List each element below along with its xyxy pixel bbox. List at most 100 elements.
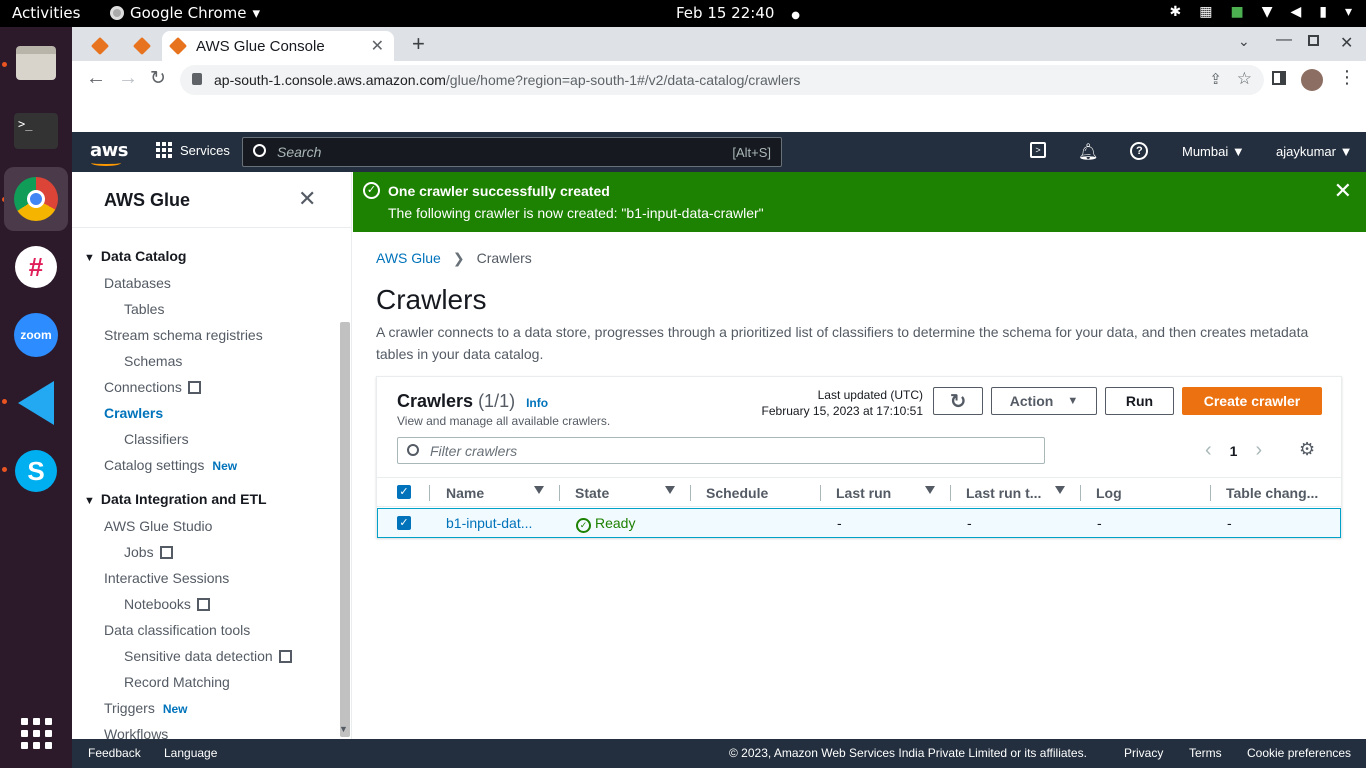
column-header-last-run-time[interactable]: Last run t... — [966, 485, 1041, 501]
preferences-gear-icon[interactable]: ⚙ — [1299, 439, 1315, 460]
sort-icon[interactable] — [665, 486, 675, 494]
show-applications-button[interactable] — [4, 701, 68, 765]
notifications-bell-icon[interactable]: 🔔︎ — [1078, 142, 1098, 162]
sidebar-item-notebooks[interactable]: Notebooks — [124, 596, 210, 612]
crawler-name-link[interactable]: b1-input-dat... — [446, 515, 532, 531]
column-header-table-changes[interactable]: Table chang... — [1226, 485, 1318, 501]
cookie-preferences-link[interactable]: Cookie preferences — [1247, 746, 1351, 760]
activities-button[interactable]: Activities — [12, 4, 80, 22]
region-selector[interactable]: Mumbai ▼ — [1182, 144, 1245, 159]
back-icon[interactable]: ← — [86, 67, 106, 90]
sidebar-item-tables[interactable]: Tables — [124, 301, 164, 317]
cloudshell-icon[interactable]: > — [1030, 142, 1046, 158]
column-header-log[interactable]: Log — [1096, 485, 1122, 501]
more-menu-icon[interactable]: ⋮ — [1338, 67, 1356, 88]
filter-placeholder: Filter crawlers — [430, 442, 518, 459]
region-label: Mumbai — [1182, 144, 1229, 159]
column-header-name[interactable]: Name — [446, 485, 484, 501]
refresh-button[interactable]: ↻ — [933, 387, 983, 415]
clock[interactable]: Feb 15 22:40 ● — [676, 4, 800, 22]
account-label: ajaykumar — [1276, 144, 1336, 159]
run-button[interactable]: Run — [1105, 387, 1174, 415]
prev-page-icon[interactable]: ‹ — [1205, 439, 1212, 462]
search-input[interactable]: Search [Alt+S] — [242, 137, 782, 167]
crawlers-table-panel: Crawlers (1/1) Info View and manage all … — [376, 376, 1342, 538]
account-menu[interactable]: ajaykumar ▼ — [1276, 144, 1352, 159]
side-panel-icon[interactable] — [1272, 71, 1286, 85]
terminal-launcher[interactable]: >_ — [4, 99, 68, 163]
services-menu[interactable]: Services — [156, 142, 230, 158]
tab-aws-2[interactable] — [124, 31, 160, 61]
privacy-link[interactable]: Privacy — [1124, 746, 1163, 760]
system-tray[interactable]: ✱ ▦ ■ ▼ ◀ ▮ ▾ — [1169, 4, 1352, 20]
chrome-launcher[interactable] — [4, 167, 68, 231]
scroll-down-icon[interactable]: ▼ — [339, 724, 348, 734]
tab-aws-glue-console[interactable]: AWS Glue Console ✕ — [162, 31, 394, 61]
profile-avatar[interactable] — [1301, 69, 1323, 91]
skype-launcher[interactable]: S — [4, 439, 68, 503]
url-path: /glue/home?region=ap-south-1#/v2/data-ca… — [445, 72, 801, 88]
row-checkbox[interactable]: ✓ — [397, 516, 411, 530]
minimize-icon[interactable]: — — [1276, 31, 1292, 49]
sidebar-section-data-integration[interactable]: ▼ Data Integration and ETL — [84, 491, 267, 507]
forward-icon[interactable]: → — [118, 67, 138, 90]
sidebar-item-crawlers[interactable]: Crawlers — [104, 405, 163, 421]
aws-logo[interactable]: aws — [90, 140, 129, 161]
filter-crawlers-input[interactable]: Filter crawlers — [397, 437, 1045, 464]
sidebar-item-record-matching[interactable]: Record Matching — [124, 674, 230, 690]
sidebar-item-sensitive-data[interactable]: Sensitive data detection — [124, 648, 292, 664]
action-dropdown[interactable]: Action ▼ — [991, 387, 1097, 415]
sidebar-item-connections[interactable]: Connections — [104, 379, 201, 395]
sidebar-item-classifiers[interactable]: Classifiers — [124, 431, 189, 447]
sidebar-item-workflows[interactable]: Workflows — [104, 726, 168, 739]
bookmark-star-icon[interactable]: ☆ — [1237, 69, 1252, 89]
slack-launcher[interactable]: # — [4, 235, 68, 299]
reload-icon[interactable]: ↻ — [150, 67, 166, 90]
terms-link[interactable]: Terms — [1189, 746, 1222, 760]
breadcrumb-aws-glue[interactable]: AWS Glue — [376, 250, 441, 267]
info-link[interactable]: Info — [526, 396, 548, 410]
help-icon[interactable]: ? — [1130, 142, 1149, 160]
sidebar-item-triggers[interactable]: Triggers New — [104, 700, 188, 716]
tab-aws-1[interactable] — [82, 31, 118, 61]
create-crawler-button[interactable]: Create crawler — [1182, 387, 1322, 415]
column-header-last-run[interactable]: Last run — [836, 485, 891, 501]
sidebar-item-interactive-sessions[interactable]: Interactive Sessions — [104, 570, 229, 586]
language-link[interactable]: Language — [164, 746, 217, 760]
url-field[interactable]: ap-south-1.console.aws.amazon.com/glue/h… — [180, 65, 1264, 95]
column-header-schedule[interactable]: Schedule — [706, 485, 768, 501]
sort-icon[interactable] — [925, 486, 935, 494]
dismiss-flash-icon[interactable]: ✕ — [1334, 178, 1352, 204]
sidebar-scrollbar[interactable] — [340, 322, 350, 737]
column-header-state[interactable]: State — [575, 485, 609, 501]
close-tab-icon[interactable]: ✕ — [371, 36, 384, 56]
header-icons: > 🔔︎ ? — [1030, 142, 1149, 162]
sidebar-item-databases[interactable]: Databases — [104, 275, 171, 291]
vscode-launcher[interactable] — [4, 371, 68, 435]
app-menu[interactable]: Google Chrome ▾ — [110, 4, 260, 22]
feedback-link[interactable]: Feedback — [88, 746, 141, 760]
page-number[interactable]: 1 — [1230, 443, 1238, 459]
sidebar-item-stream-schema-registries[interactable]: Stream schema registries — [104, 327, 263, 343]
close-sidebar-icon[interactable]: ✕ — [298, 186, 316, 212]
aws-favicon-icon — [132, 36, 152, 56]
close-window-icon[interactable]: ✕ — [1340, 33, 1353, 53]
sidebar-item-jobs[interactable]: Jobs — [124, 544, 173, 560]
sort-icon[interactable] — [1055, 486, 1065, 494]
table-row[interactable]: ✓ b1-input-dat... ✓ Ready - - - - — [377, 508, 1341, 538]
files-launcher[interactable] — [4, 31, 68, 95]
share-icon[interactable]: ⇪ — [1209, 70, 1222, 88]
tab-search-icon[interactable]: ⌄ — [1238, 33, 1250, 50]
sidebar-item-glue-studio[interactable]: AWS Glue Studio — [104, 518, 212, 534]
sort-icon[interactable] — [534, 486, 544, 494]
column-separator — [950, 485, 951, 501]
zoom-launcher[interactable]: zoom — [4, 303, 68, 367]
sidebar-item-classification-tools[interactable]: Data classification tools — [104, 622, 250, 638]
select-all-checkbox[interactable]: ✓ — [397, 485, 411, 499]
sidebar-item-schemas[interactable]: Schemas — [124, 353, 182, 369]
next-page-icon[interactable]: › — [1255, 439, 1262, 462]
new-tab-button[interactable]: + — [412, 31, 425, 57]
maximize-icon[interactable] — [1308, 35, 1319, 46]
sidebar-section-data-catalog[interactable]: ▼ Data Catalog — [84, 248, 186, 264]
sidebar-item-catalog-settings[interactable]: Catalog settings New — [104, 457, 237, 473]
